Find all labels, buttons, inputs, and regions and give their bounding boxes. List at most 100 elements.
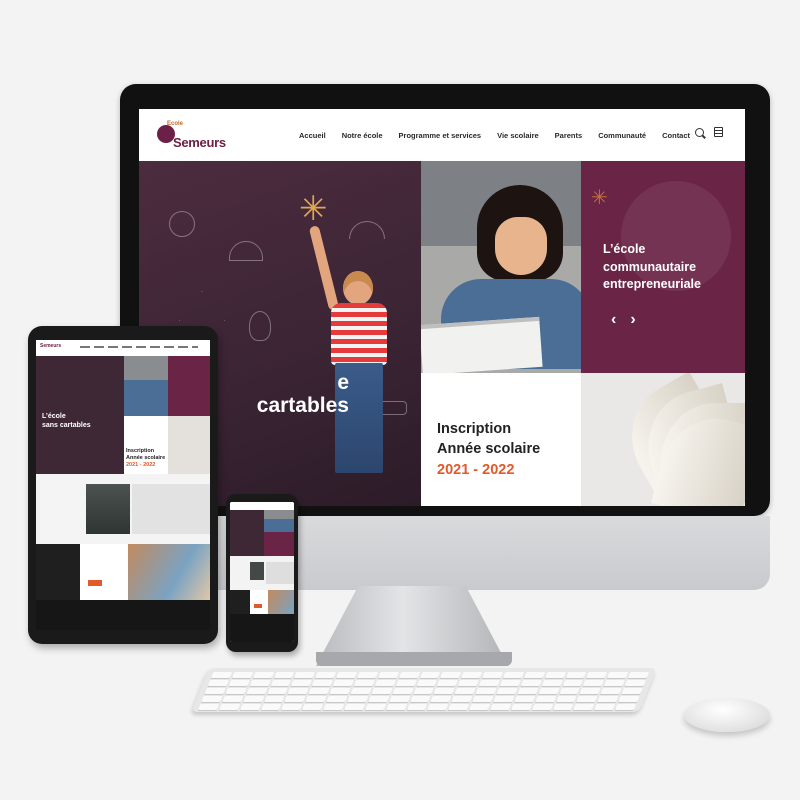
- chevron-left-icon[interactable]: ‹: [611, 311, 616, 329]
- keyboard-key: [343, 704, 366, 710]
- nav-item-notre-ecole[interactable]: Notre école: [342, 131, 383, 140]
- site-header: Ecole Semeurs Accueil Notre école Progra…: [139, 109, 745, 161]
- slider-arrows: ‹ ›: [611, 311, 636, 329]
- keyboard-key: [555, 696, 577, 702]
- phone-hero-photo: [264, 510, 294, 532]
- phone-hero: [230, 510, 264, 556]
- keyboard-key: [270, 680, 292, 686]
- keyboard-key: [579, 688, 602, 694]
- tablet-book-image: [168, 416, 210, 474]
- notebook: [421, 316, 543, 373]
- nav-item-programme[interactable]: Programme et services: [399, 131, 482, 140]
- keyboard-key: [600, 688, 622, 694]
- tablet-submit-button[interactable]: [88, 580, 102, 586]
- keyboard-key: [287, 688, 310, 694]
- keyboard-key: [510, 704, 533, 710]
- website-screen: Ecole Semeurs Accueil Notre école Progra…: [139, 109, 745, 506]
- keyboard-key: [273, 672, 295, 678]
- keyboard-key: [603, 680, 626, 686]
- keyboard-key: [489, 704, 512, 710]
- keyboard-key: [461, 672, 483, 678]
- nav-item-accueil[interactable]: Accueil: [299, 131, 326, 140]
- nav-item-parents[interactable]: Parents: [555, 131, 583, 140]
- tablet-nav: [80, 346, 198, 348]
- keyboard-key: [388, 696, 411, 702]
- slide-text: L’école communautaire entrepreneuriale: [603, 241, 733, 294]
- keyboard-key: [347, 696, 369, 702]
- tablet-header: Semeurs: [36, 340, 210, 356]
- phone-slide-panel: [264, 532, 294, 556]
- tablet-map[interactable]: [132, 484, 210, 534]
- main-nav: Accueil Notre école Programme et service…: [299, 131, 690, 140]
- phone-submit-button[interactable]: [254, 604, 262, 608]
- keyboard-key: [451, 696, 473, 702]
- keyboard-key: [520, 680, 542, 686]
- keyboard-key: [371, 688, 393, 694]
- slide-text-line1: L’école: [603, 242, 646, 256]
- nav-item-contact[interactable]: Contact: [662, 131, 690, 140]
- keyboard-key: [627, 672, 650, 678]
- tablet-section-info: [36, 474, 210, 544]
- keyboard-key: [416, 680, 438, 686]
- slide-text-line3: entrepreneuriale: [603, 277, 701, 291]
- chevron-right-icon[interactable]: ›: [630, 311, 635, 329]
- hero-headline: e cartables: [199, 371, 349, 417]
- keyboard-key: [472, 696, 494, 702]
- keyboard-key: [615, 704, 637, 710]
- keyboard-key: [221, 696, 244, 702]
- tablet-device: Semeurs L’école sans cartables Inscripti…: [28, 326, 218, 644]
- keyboard-key: [531, 704, 553, 710]
- tablet-inscription[interactable]: Inscription Année scolaire 2021 - 2022: [126, 448, 165, 469]
- keyboard-key: [311, 680, 334, 686]
- search-icon[interactable]: [695, 127, 704, 137]
- keyboard-key: [329, 688, 351, 694]
- tablet-hero-line1: L’école: [42, 413, 66, 420]
- girl-face: [495, 217, 547, 275]
- child-arm: [308, 225, 340, 311]
- inscription-title: Inscription: [437, 421, 512, 437]
- keyboard-key: [523, 672, 545, 678]
- keyboard-key: [576, 696, 598, 702]
- tablet-logo[interactable]: Semeurs: [40, 343, 61, 349]
- phone-map[interactable]: [266, 562, 294, 584]
- inscription-subtitle: Année scolaire: [437, 441, 541, 457]
- keyboard-key: [573, 704, 595, 710]
- keyboard-key: [406, 704, 428, 710]
- tablet-photo-block: [86, 484, 130, 534]
- logo-small-text: Ecole: [167, 121, 184, 127]
- tablet-kids-photo: [128, 544, 210, 600]
- keyboard-key: [281, 704, 303, 710]
- keyboard-key: [350, 688, 372, 694]
- keyboard-key: [305, 696, 327, 702]
- menu-icon[interactable]: [714, 127, 723, 137]
- keyboard-key: [624, 680, 647, 686]
- nav-item-communaute[interactable]: Communauté: [598, 131, 646, 140]
- keyboard-key: [326, 696, 348, 702]
- keyboard-key: [377, 672, 399, 678]
- keyboard-key: [197, 704, 220, 710]
- star-icon: ✳: [299, 190, 328, 228]
- keyboard-key: [385, 704, 407, 710]
- tablet-hero: L’école sans cartables: [36, 356, 124, 474]
- site-logo[interactable]: Ecole Semeurs: [157, 121, 226, 155]
- hero-headline-line2: cartables: [256, 394, 349, 418]
- inscription-block[interactable]: Inscription Année scolaire 2021 - 2022: [421, 373, 581, 506]
- keyboard-key: [332, 680, 355, 686]
- keyboard-key: [517, 688, 539, 694]
- keyboard-key: [210, 672, 233, 678]
- nav-item-vie-scolaire[interactable]: Vie scolaire: [497, 131, 539, 140]
- tablet-slide-panel: [168, 356, 210, 416]
- keyboard-key: [204, 688, 226, 694]
- keyboard-key: [594, 704, 616, 710]
- keyboard-key: [392, 688, 414, 694]
- phone-screen: [230, 502, 294, 642]
- keyboard-key: [430, 696, 452, 702]
- slide-text-line2: communautaire: [603, 259, 697, 274]
- keyboard-key: [201, 696, 223, 702]
- keyboard-key: [356, 672, 379, 678]
- keyboard-key: [409, 696, 431, 702]
- keyboard-key: [437, 680, 459, 686]
- keyboard-key: [544, 672, 566, 678]
- doodle-balloon: [249, 311, 271, 341]
- tablet-dark-block: [36, 544, 80, 600]
